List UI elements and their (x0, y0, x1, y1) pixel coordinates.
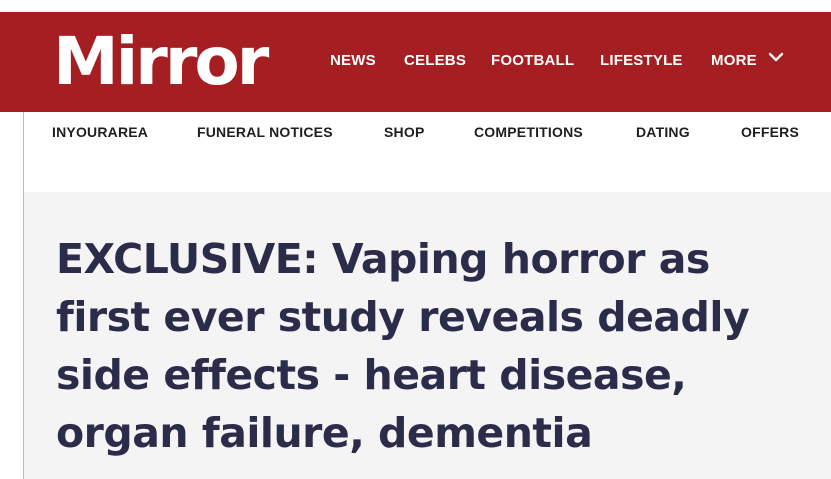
chevron-down-icon[interactable] (768, 50, 784, 64)
nav-item-more[interactable]: MORE (711, 52, 757, 69)
ad-spacer (24, 152, 831, 192)
subnav-item-funeral-notices[interactable]: FUNERAL NOTICES (197, 124, 333, 140)
subnav-item-offers[interactable]: OFFERS (741, 124, 799, 140)
nav-item-celebs[interactable]: CELEBS (404, 52, 466, 69)
subnav-item-dating[interactable]: DATING (636, 124, 690, 140)
nav-item-news[interactable]: NEWS (330, 52, 376, 69)
nav-item-lifestyle[interactable]: LIFESTYLE (600, 52, 683, 69)
subnav-item-competitions[interactable]: COMPETITIONS (474, 124, 583, 140)
top-strip (0, 0, 831, 12)
sub-nav: INYOURAREA FUNERAL NOTICES SHOP COMPETIT… (0, 112, 831, 152)
nav-item-football[interactable]: FOOTBALL (491, 52, 574, 69)
masthead: Mirror NEWS CELEBS FOOTBALL LIFESTYLE MO… (0, 12, 831, 112)
article-headline: EXCLUSIVE: Vaping horror as first ever s… (56, 235, 750, 457)
subnav-item-inyourarea[interactable]: INYOURAREA (52, 124, 148, 140)
subnav-item-shop[interactable]: SHOP (384, 124, 424, 140)
main-nav: NEWS CELEBS FOOTBALL LIFESTYLE MORE (0, 12, 831, 112)
article-header: EXCLUSIVE: Vaping horror as first ever s… (24, 192, 831, 479)
